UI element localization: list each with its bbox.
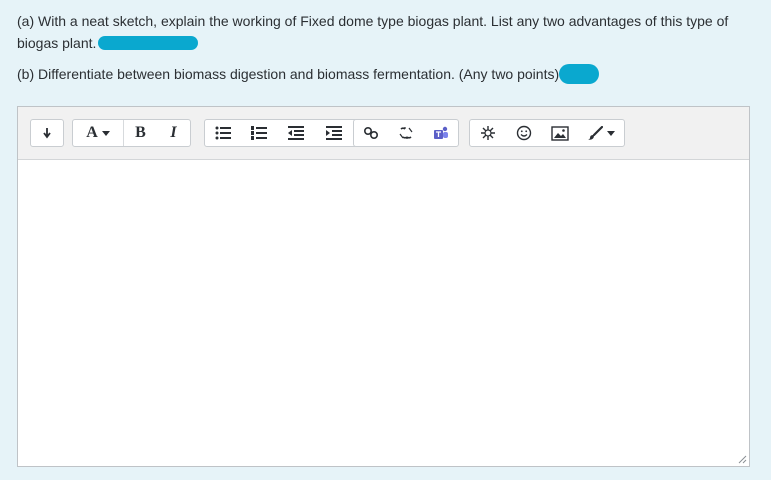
font-style-button[interactable]: A — [73, 120, 123, 146]
unordered-list-icon — [215, 126, 231, 140]
toolbar-group-format: A B I — [72, 119, 191, 147]
text-color-button[interactable] — [578, 120, 624, 146]
outdent-button[interactable] — [277, 120, 315, 146]
teams-meeting-button[interactable] — [424, 120, 458, 146]
outdent-icon — [288, 126, 304, 140]
editor-toolbar: A B I — [18, 107, 749, 160]
collapse-toolbar-icon — [42, 127, 52, 139]
toolbar-group-lists — [204, 119, 358, 147]
link-button[interactable] — [354, 120, 388, 146]
question-b: (b) Differentiate between biomass digest… — [17, 63, 600, 85]
bold-label: B — [135, 124, 146, 141]
chevron-down-icon — [607, 130, 615, 136]
italic-label: I — [170, 124, 177, 141]
unlink-icon — [398, 126, 414, 140]
resize-handle-icon[interactable] — [737, 454, 747, 464]
ordered-list-icon — [251, 126, 267, 140]
indent-button[interactable] — [315, 120, 353, 146]
special-character-button[interactable] — [470, 120, 506, 146]
bold-button[interactable]: B — [123, 120, 157, 146]
editor-content-area[interactable] — [18, 160, 749, 466]
ordered-list-button[interactable] — [241, 120, 277, 146]
italic-button[interactable]: I — [157, 120, 190, 146]
question-b-text: (b) Differentiate between biomass digest… — [17, 66, 560, 82]
paint-brush-icon — [587, 126, 603, 140]
toolbar-group-toggle — [30, 119, 64, 147]
chevron-down-icon — [101, 130, 110, 136]
teams-meeting-icon — [433, 126, 449, 140]
toolbar-group-insert — [469, 119, 625, 147]
image-icon — [551, 125, 569, 141]
toolbar-group-links — [353, 119, 459, 147]
toggle-toolbar-button[interactable] — [31, 120, 63, 146]
unordered-list-button[interactable] — [205, 120, 241, 146]
image-button[interactable] — [542, 120, 578, 146]
unlink-button[interactable] — [388, 120, 424, 146]
emoji-button[interactable] — [506, 120, 542, 146]
indent-icon — [326, 126, 342, 140]
question-a: (a) With a neat sketch, explain the work… — [17, 10, 747, 54]
rich-text-editor: A B I — [17, 106, 750, 467]
emoji-icon — [516, 125, 532, 141]
font-style-label: A — [86, 124, 98, 141]
special-character-icon — [480, 125, 496, 141]
redaction-mark — [559, 63, 600, 84]
redaction-mark — [98, 35, 199, 50]
link-icon — [363, 126, 379, 140]
